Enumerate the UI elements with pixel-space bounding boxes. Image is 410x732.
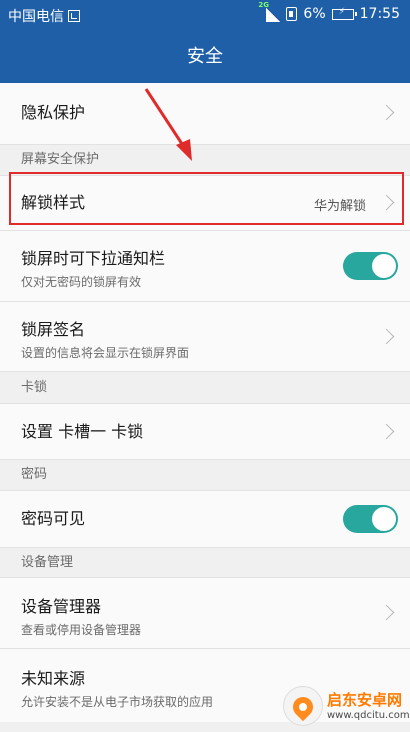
lockscreen-signature-label: 锁屏签名 — [21, 320, 86, 339]
lockscreen-signature-item[interactable]: 锁屏签名 设置的信息将会显示在锁屏界面 — [0, 302, 410, 372]
device-admin-label: 设备管理器 — [21, 597, 102, 616]
page-title: 安全 — [0, 30, 410, 83]
highlight-box — [9, 172, 404, 225]
section-header-password: 密码 — [0, 460, 410, 491]
carrier-label: 中国电信 — [8, 9, 64, 25]
watermark-url: www.qdcitu.com — [327, 710, 410, 721]
annotation-arrow-icon — [144, 88, 192, 161]
section-header-device-admin: 设备管理 — [0, 548, 410, 578]
password-visible-toggle[interactable] — [343, 505, 398, 533]
password-visible-item[interactable]: 密码可见 — [0, 491, 410, 548]
lockscreen-notifications-toggle[interactable] — [343, 252, 398, 280]
privacy-protection-item[interactable]: 隐私保护 — [0, 83, 410, 145]
sim-lock-label: 设置 卡槽一 卡锁 — [21, 422, 144, 441]
device-admin-subtitle: 查看或停用设备管理器 — [21, 623, 142, 637]
section-header-sim-lock: 卡锁 — [0, 372, 410, 404]
screenshot-notification-icon — [68, 10, 80, 22]
battery-charging-icon: ⚡ — [331, 7, 357, 20]
watermark-logo-icon — [283, 686, 323, 726]
status-bar: 中国电信 2G 6% ⚡ 17:55 — [0, 0, 410, 30]
sim-lock-item[interactable]: 设置 卡槽一 卡锁 — [0, 404, 410, 460]
clock: 17:55 — [359, 6, 400, 22]
sim-icon — [286, 7, 298, 21]
lockscreen-notifications-item[interactable]: 锁屏时可下拉通知栏 仅对无密码的锁屏有效 — [0, 231, 410, 302]
device-admin-item[interactable]: 设备管理器 查看或停用设备管理器 — [0, 578, 410, 649]
lockscreen-signature-subtitle: 设置的信息将会显示在锁屏界面 — [21, 346, 190, 360]
privacy-protection-label: 隐私保护 — [21, 103, 86, 122]
signal-icon: 2G — [258, 1, 281, 22]
watermark-title: 启东安卓网 — [327, 691, 403, 709]
battery-percent: 6% — [303, 6, 326, 22]
watermark: 启东安卓网 www.qdcitu.com — [279, 682, 410, 732]
